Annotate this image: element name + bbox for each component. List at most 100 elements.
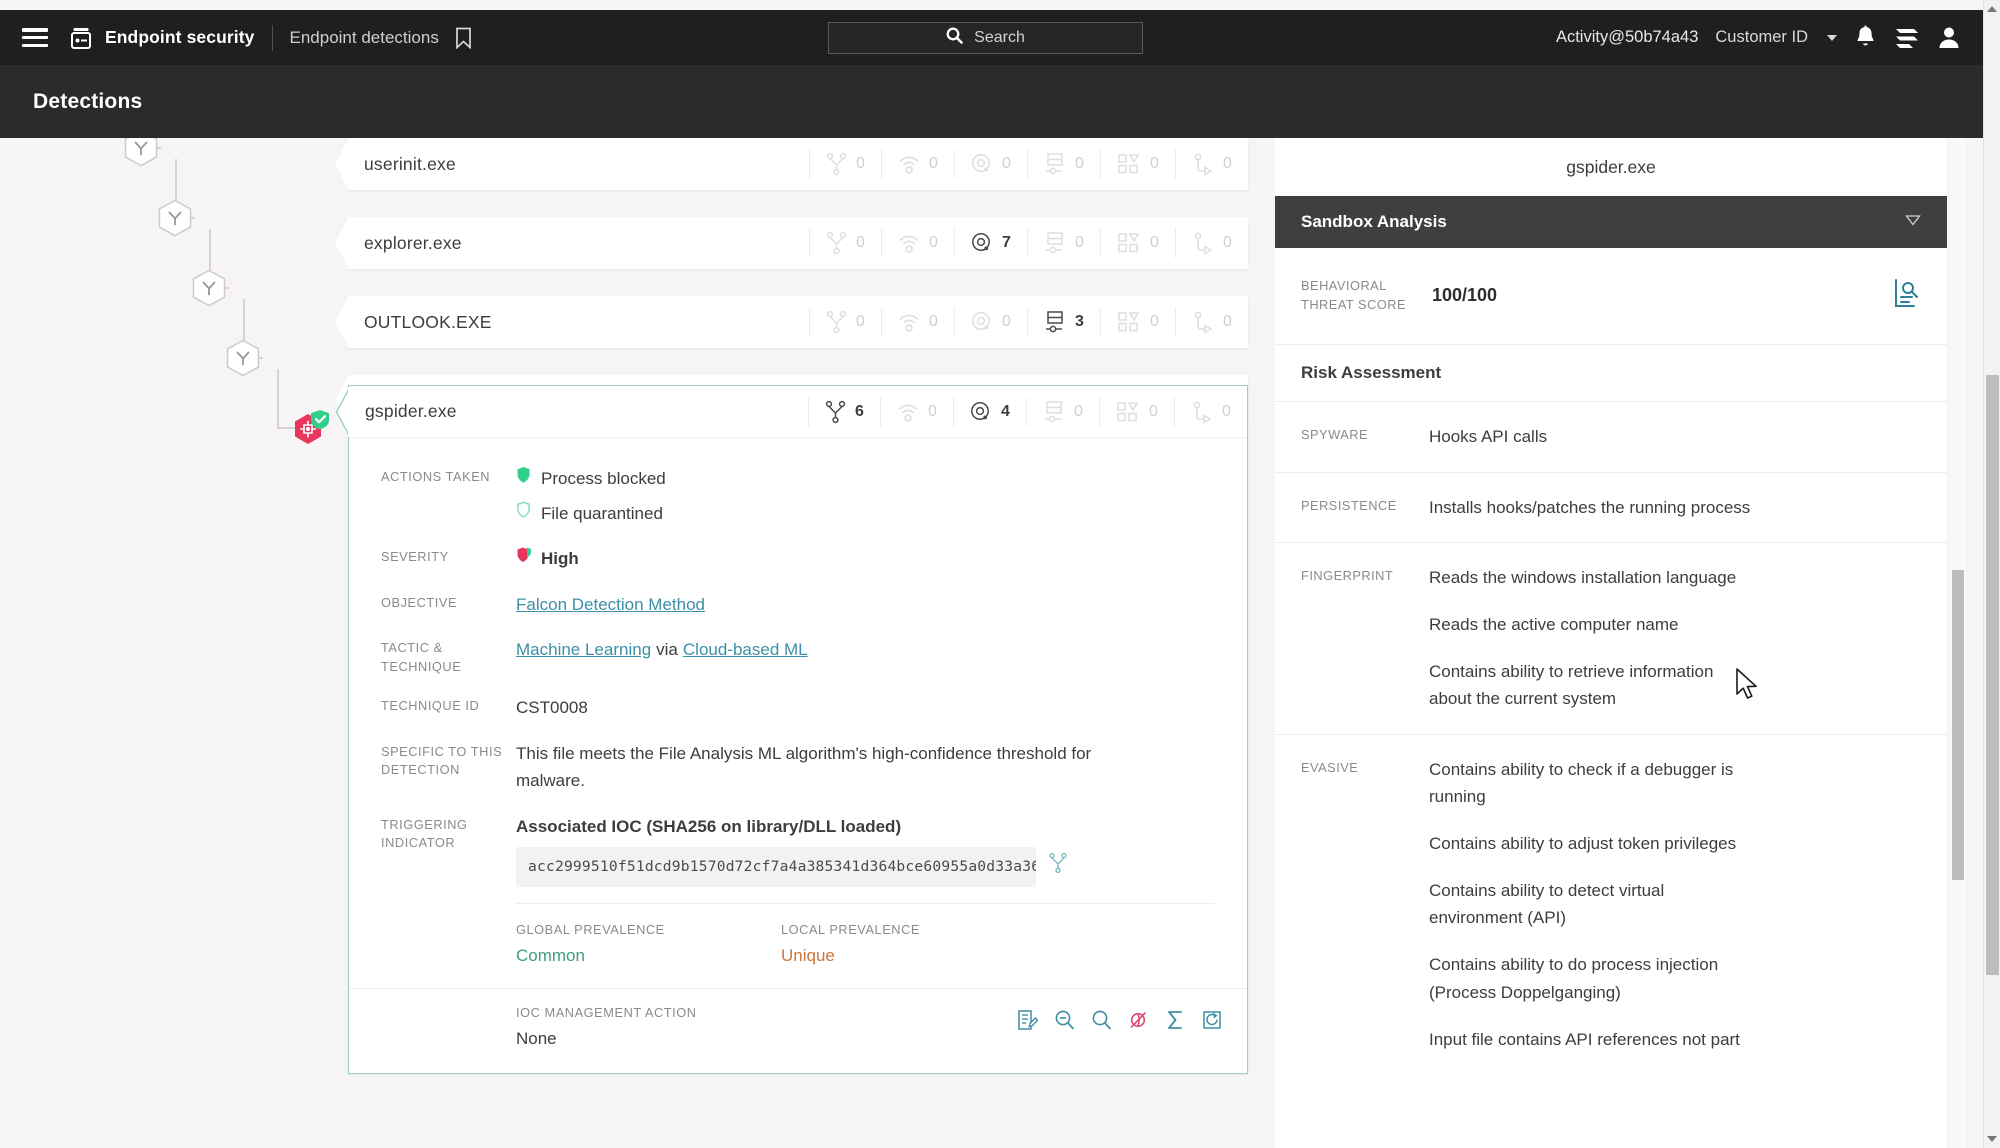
detection-detail-card: gspider.exe 6 0 4 0 0 0 ACTIONS TAKEN Pr… (335, 385, 1248, 1074)
ioc-hash-value[interactable]: acc2999510f51dcd9b1570d72cf7a4a385341d36… (516, 847, 1036, 887)
breadcrumb[interactable]: Endpoint detections (290, 28, 439, 48)
page-scrollbar-thumb[interactable] (1986, 375, 1999, 975)
field-value: Process blocked File quarantined (516, 465, 666, 527)
counter-dns[interactable]: 0 (954, 149, 1027, 179)
tree-node-explorer[interactable] (158, 199, 192, 237)
counter-value: 0 (1150, 234, 1159, 251)
counter-registry[interactable]: 0 (1027, 228, 1100, 258)
user-avatar-icon[interactable] (1937, 25, 1961, 50)
counter-registry[interactable]: 0 (1026, 396, 1099, 427)
counter-process-flow[interactable]: 0 (1174, 396, 1247, 427)
detection-card-header[interactable]: gspider.exe 6 0 4 0 0 0 (349, 386, 1247, 438)
counter-value: 0 (1075, 155, 1084, 172)
ioc-management-section: IOC management action None (349, 987, 1247, 1063)
bell-icon[interactable] (1854, 25, 1877, 50)
page-scrollbar[interactable] (1983, 0, 2000, 1148)
technique-link[interactable]: Cloud-based ML (683, 640, 808, 659)
customer-id-label[interactable]: Customer ID (1715, 28, 1808, 47)
bookmark-icon[interactable] (455, 27, 472, 49)
counter-process-tree[interactable]: 0 (809, 228, 881, 258)
field-value: This file meets the File Analysis ML alg… (516, 743, 1092, 791)
tactic-link[interactable]: Machine Learning (516, 640, 651, 659)
hamburger-icon[interactable] (22, 28, 48, 47)
severity-high-icon (516, 545, 532, 573)
row-counters: 0 0 7 0 0 0 (809, 228, 1248, 258)
counter-process-flow[interactable]: 0 (1175, 149, 1248, 179)
counter-value: 0 (929, 155, 938, 172)
counter-applications[interactable]: 0 (1100, 228, 1175, 258)
counter-applications[interactable]: 0 (1099, 396, 1174, 427)
counter-network[interactable]: 0 (880, 396, 953, 427)
field-value: Common (516, 945, 585, 965)
brand-title: Endpoint security (105, 27, 255, 47)
app-launcher-icon[interactable] (68, 25, 94, 51)
objective-link[interactable]: Falcon Detection Method (516, 595, 705, 614)
field-value: Unique (781, 945, 835, 965)
process-row-userinit[interactable]: userinit.exe 0 0 0 0 0 0 (335, 138, 1248, 190)
risk-item: Contains ability to check if a debugger … (1429, 759, 1734, 806)
edit-document-icon[interactable] (1017, 1009, 1038, 1031)
ioc-action-toolbar (1017, 1005, 1223, 1031)
sigma-icon[interactable] (1165, 1009, 1186, 1031)
external-link-icon[interactable] (1202, 1009, 1223, 1031)
process-row-explorer[interactable]: explorer.exe 0 0 7 0 0 0 (335, 217, 1248, 269)
process-tree-icon[interactable] (1048, 852, 1068, 883)
tree-node-7zfm[interactable] (226, 339, 260, 377)
sandbox-report-icon[interactable] (1893, 278, 1921, 313)
tree-node-outlook[interactable] (192, 269, 226, 307)
search-input[interactable]: Search (828, 22, 1143, 54)
process-name: gspider.exe (365, 401, 457, 421)
counter-applications[interactable]: 0 (1100, 307, 1175, 337)
field-label: Technique ID (381, 698, 480, 714)
counter-process-tree[interactable]: 0 (809, 149, 881, 179)
scroll-up-arrow-icon[interactable] (1987, 6, 1997, 12)
counter-dns[interactable]: 4 (953, 396, 1026, 427)
tree-node-userinit[interactable] (124, 138, 158, 167)
tactic-via: via (656, 640, 678, 660)
counter-network[interactable]: 0 (881, 307, 954, 337)
counter-registry[interactable]: 0 (1027, 149, 1100, 179)
search-icon[interactable] (1091, 1009, 1112, 1031)
network-signal-icon (898, 153, 920, 175)
counter-network[interactable]: 0 (881, 149, 954, 179)
caret-down-icon[interactable] (1905, 213, 1921, 231)
counter-dns[interactable]: 0 (954, 307, 1027, 337)
process-tree-icon (826, 310, 847, 334)
section-title: Sandbox Analysis (1301, 212, 1447, 231)
field-label: Specific to this detection (381, 743, 503, 778)
activity-label[interactable]: Activity@50b74a43 (1556, 28, 1698, 47)
dns-target-icon (971, 232, 993, 254)
counter-value: 3 (1075, 313, 1084, 330)
stacked-layers-icon[interactable] (1894, 26, 1920, 50)
field-tactic-technique: Tactic & technique Machine Learning via Cl… (349, 627, 1247, 685)
sandbox-analysis-header[interactable]: Sandbox Analysis (1275, 196, 1947, 248)
counter-process-tree[interactable]: 6 (808, 396, 880, 427)
counter-registry[interactable]: 3 (1027, 307, 1100, 337)
counter-process-flow[interactable]: 0 (1175, 307, 1248, 337)
counter-value: 0 (1222, 402, 1231, 420)
process-name: explorer.exe (364, 232, 462, 253)
panel-scrollbar[interactable] (1950, 138, 1966, 1148)
counter-applications[interactable]: 0 (1100, 149, 1175, 179)
process-row-outlook[interactable]: OUTLOOK.EXE 0 0 0 3 0 0 (335, 296, 1248, 348)
network-signal-icon (898, 311, 920, 333)
risk-item: Input file contains API references not p… (1429, 1029, 1740, 1049)
applications-grid-icon (1117, 153, 1141, 175)
field-label: IOC management action (516, 1004, 697, 1020)
counter-value: 0 (1223, 234, 1232, 251)
counter-process-tree[interactable]: 0 (809, 307, 881, 337)
zoom-out-icon[interactable] (1054, 1009, 1075, 1031)
detection-hexagon-icon[interactable] (288, 408, 336, 454)
risk-category-label: Fingerprint (1301, 567, 1394, 583)
counter-network[interactable]: 0 (881, 228, 954, 258)
chevron-down-icon[interactable] (1827, 34, 1837, 41)
field-label: Triggering indicator (381, 816, 468, 851)
counter-dns[interactable]: 7 (954, 228, 1027, 258)
risk-items: Reads the windows installation language … (1429, 564, 1759, 713)
counter-process-flow[interactable]: 0 (1175, 228, 1248, 258)
virus-scan-icon[interactable] (1128, 1009, 1149, 1031)
row-counters: 6 0 4 (808, 396, 1247, 427)
scroll-down-arrow-icon[interactable] (1987, 1136, 1997, 1142)
row-notch (335, 386, 351, 438)
panel-scrollbar-thumb[interactable] (1952, 570, 1964, 880)
